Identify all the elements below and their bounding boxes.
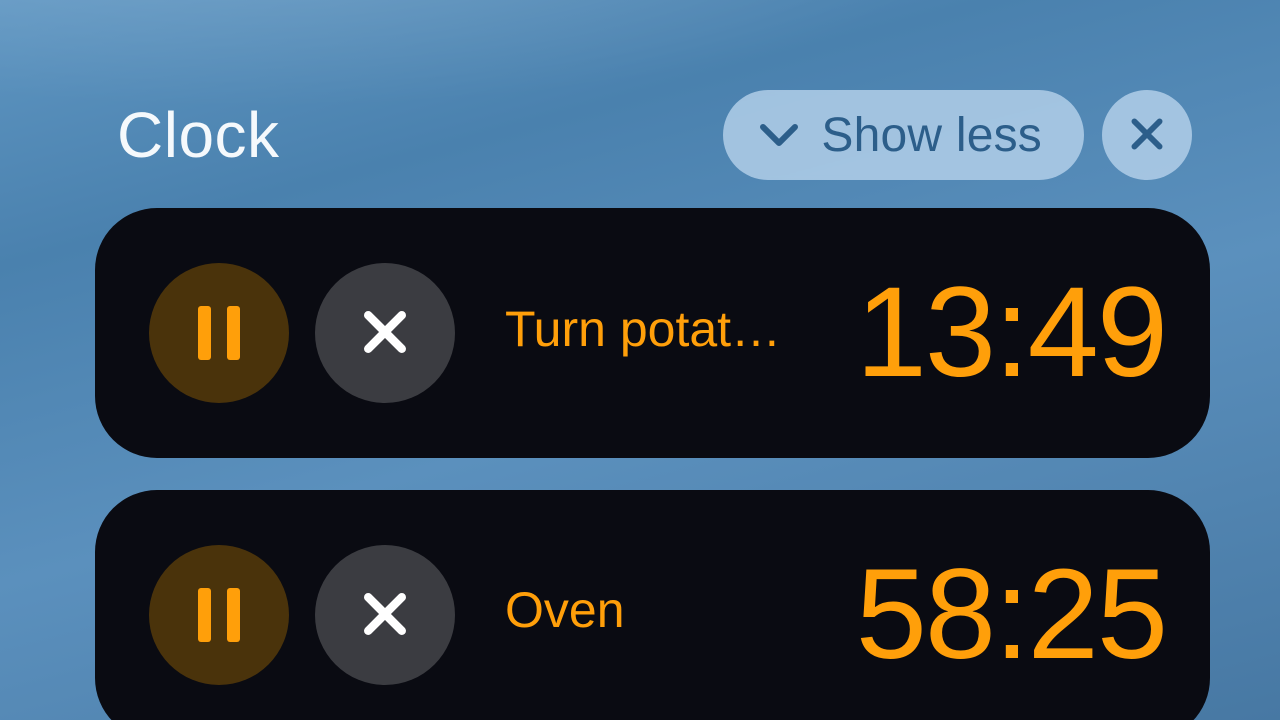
chevron-down-icon (759, 121, 799, 149)
dismiss-stack-button[interactable] (1102, 90, 1192, 180)
show-less-label: Show less (821, 108, 1042, 163)
close-icon (1126, 113, 1168, 158)
stack-header: Clock Show less (95, 90, 1210, 180)
app-title: Clock (117, 98, 280, 172)
cancel-timer-button[interactable] (315, 263, 455, 403)
timer-cards: Turn potat… 13:49 Oven 58:25 (95, 208, 1210, 720)
timer-label-area: Turn potat… (505, 300, 830, 366)
pause-icon (198, 306, 240, 360)
cancel-timer-button[interactable] (315, 545, 455, 685)
timer-label: Turn potat… (505, 300, 781, 366)
timer-label: Oven (505, 581, 625, 649)
timer-card[interactable]: Turn potat… 13:49 (95, 208, 1210, 458)
notification-stack: Clock Show less (95, 90, 1210, 720)
pause-icon (198, 588, 240, 642)
header-controls: Show less (723, 90, 1192, 180)
close-icon (357, 586, 413, 645)
pause-button[interactable] (149, 545, 289, 685)
show-less-button[interactable]: Show less (723, 90, 1084, 180)
timer-label-area: Oven (505, 581, 830, 649)
pause-button[interactable] (149, 263, 289, 403)
timer-time: 13:49 (856, 269, 1166, 397)
timer-time: 58:25 (856, 551, 1166, 679)
close-icon (357, 304, 413, 363)
timer-card[interactable]: Oven 58:25 (95, 490, 1210, 720)
